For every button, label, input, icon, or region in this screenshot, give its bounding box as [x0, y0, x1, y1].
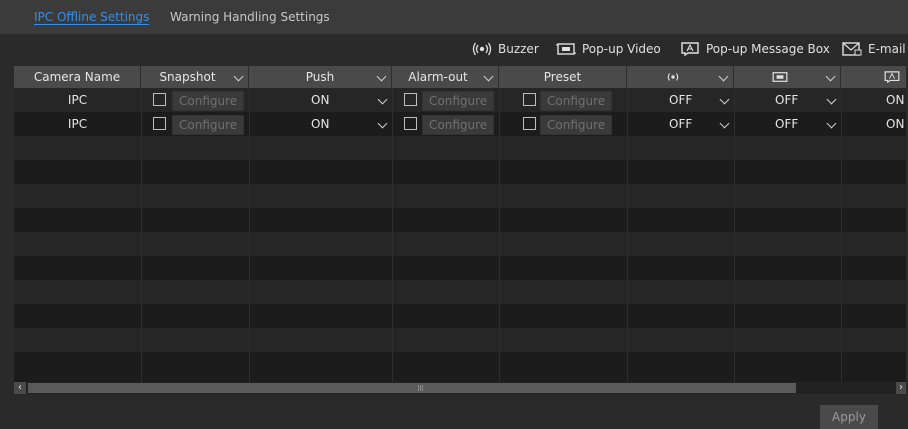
popup-video-icon [772, 72, 788, 82]
header-snapshot[interactable]: Snapshot [141, 66, 249, 88]
legend-buzzer-label: Buzzer [498, 42, 539, 56]
alarm-out-checkbox[interactable] [404, 93, 417, 106]
header-preset: Preset [499, 66, 627, 88]
preset-checkbox[interactable] [523, 117, 536, 130]
tab-bar: IPC Offline Settings Warning Handling Se… [0, 0, 908, 35]
popup-video-value: OFF [775, 93, 799, 107]
popup-message-value: ON [886, 93, 905, 107]
chevron-down-icon[interactable] [826, 94, 837, 105]
chevron-down-icon[interactable] [826, 118, 837, 129]
tab-warning-handling-settings[interactable]: Warning Handling Settings [170, 10, 330, 24]
header-camera-name: Camera Name [14, 66, 141, 88]
buzzer-select[interactable]: OFF [627, 112, 734, 136]
chevron-down-icon[interactable] [377, 118, 388, 129]
push-select[interactable]: ON [249, 88, 392, 112]
buzzer-icon [667, 73, 679, 81]
table-row [14, 280, 906, 304]
preset-configure-button[interactable]: Configure [540, 91, 613, 111]
table-row [14, 304, 906, 328]
header-popup-message[interactable] [841, 66, 906, 88]
popup-video-icon [556, 43, 576, 55]
popup-message-select[interactable]: ON [841, 88, 906, 112]
table-row [14, 208, 906, 232]
table-row [14, 256, 906, 280]
horizontal-scrollbar[interactable]: ‹ › [14, 382, 906, 394]
scroll-right-arrow-icon[interactable]: › [896, 382, 906, 394]
scroll-left-arrow-icon[interactable]: ‹ [14, 382, 26, 394]
chevron-down-icon[interactable] [719, 94, 730, 105]
popup-video-select[interactable]: OFF [734, 112, 841, 136]
legend-email-label: E-mail [868, 42, 906, 56]
snapshot-configure-button[interactable]: Configure [172, 91, 245, 111]
chevron-down-icon[interactable] [483, 71, 494, 82]
popup-message-value: ON [886, 117, 905, 131]
chevron-down-icon[interactable] [377, 94, 388, 105]
apply-button[interactable]: Apply [820, 405, 878, 429]
snapshot-checkbox[interactable] [153, 93, 166, 106]
table-row [14, 160, 906, 184]
preset-checkbox[interactable] [523, 93, 536, 106]
header-popup-video[interactable] [734, 66, 841, 88]
legend-email: E-mail [842, 42, 906, 56]
column-divider [392, 88, 393, 382]
table-row [14, 328, 906, 352]
legend-popup-message-label: Pop-up Message Box [706, 42, 830, 56]
preset-configure-button[interactable]: Configure [540, 115, 613, 135]
table-row [14, 232, 906, 256]
buzzer-value: OFF [669, 117, 693, 131]
push-select[interactable]: ON [249, 112, 392, 136]
tab-ipc-offline-settings[interactable]: IPC Offline Settings [34, 10, 149, 24]
chevron-down-icon[interactable] [719, 118, 730, 129]
table-row [14, 184, 906, 208]
popup-video-select[interactable]: OFF [734, 88, 841, 112]
header-buzzer[interactable] [627, 66, 734, 88]
snapshot-configure-button[interactable]: Configure [172, 115, 245, 135]
chevron-down-icon[interactable] [718, 71, 729, 82]
push-value: ON [311, 93, 330, 107]
buzzer-select[interactable]: OFF [627, 88, 734, 112]
popup-message-select[interactable]: ON [841, 112, 906, 136]
footer [0, 394, 908, 429]
table-row [14, 352, 906, 376]
column-divider [499, 88, 500, 382]
header-push[interactable]: Push [249, 66, 392, 88]
buzzer-value: OFF [669, 93, 693, 107]
chevron-down-icon[interactable] [825, 71, 836, 82]
legend-popup-video: Pop-up Video [556, 42, 661, 56]
legend-buzzer: Buzzer [472, 42, 539, 56]
popup-message-icon [884, 71, 899, 84]
popup-video-value: OFF [775, 117, 799, 131]
table-row [14, 136, 906, 160]
popup-message-icon [681, 42, 699, 56]
table-header: Camera Name Snapshot Push Alarm-out Pres… [14, 66, 906, 89]
scrollbar-thumb[interactable] [28, 383, 796, 393]
snapshot-checkbox[interactable] [153, 117, 166, 130]
legend-popup-message: Pop-up Message Box [680, 42, 830, 56]
action-legend: Buzzer Pop-up Video Pop-up Message Box E… [0, 36, 908, 64]
buzzer-icon [472, 42, 492, 56]
camera-name-cell: IPC [67, 117, 88, 131]
alarm-out-configure-button[interactable]: Configure [422, 91, 495, 111]
email-icon [842, 42, 862, 56]
camera-table: Camera Name Snapshot Push Alarm-out Pres… [14, 66, 906, 382]
column-divider [141, 88, 142, 382]
header-alarm-out[interactable]: Alarm-out [392, 66, 499, 88]
chevron-down-icon[interactable] [376, 71, 387, 82]
chevron-down-icon[interactable] [233, 71, 244, 82]
alarm-out-checkbox[interactable] [404, 117, 417, 130]
alarm-out-configure-button[interactable]: Configure [422, 115, 495, 135]
camera-name-cell: IPC [67, 93, 88, 107]
grip-icon [418, 385, 419, 391]
push-value: ON [311, 117, 330, 131]
legend-popup-video-label: Pop-up Video [582, 42, 661, 56]
